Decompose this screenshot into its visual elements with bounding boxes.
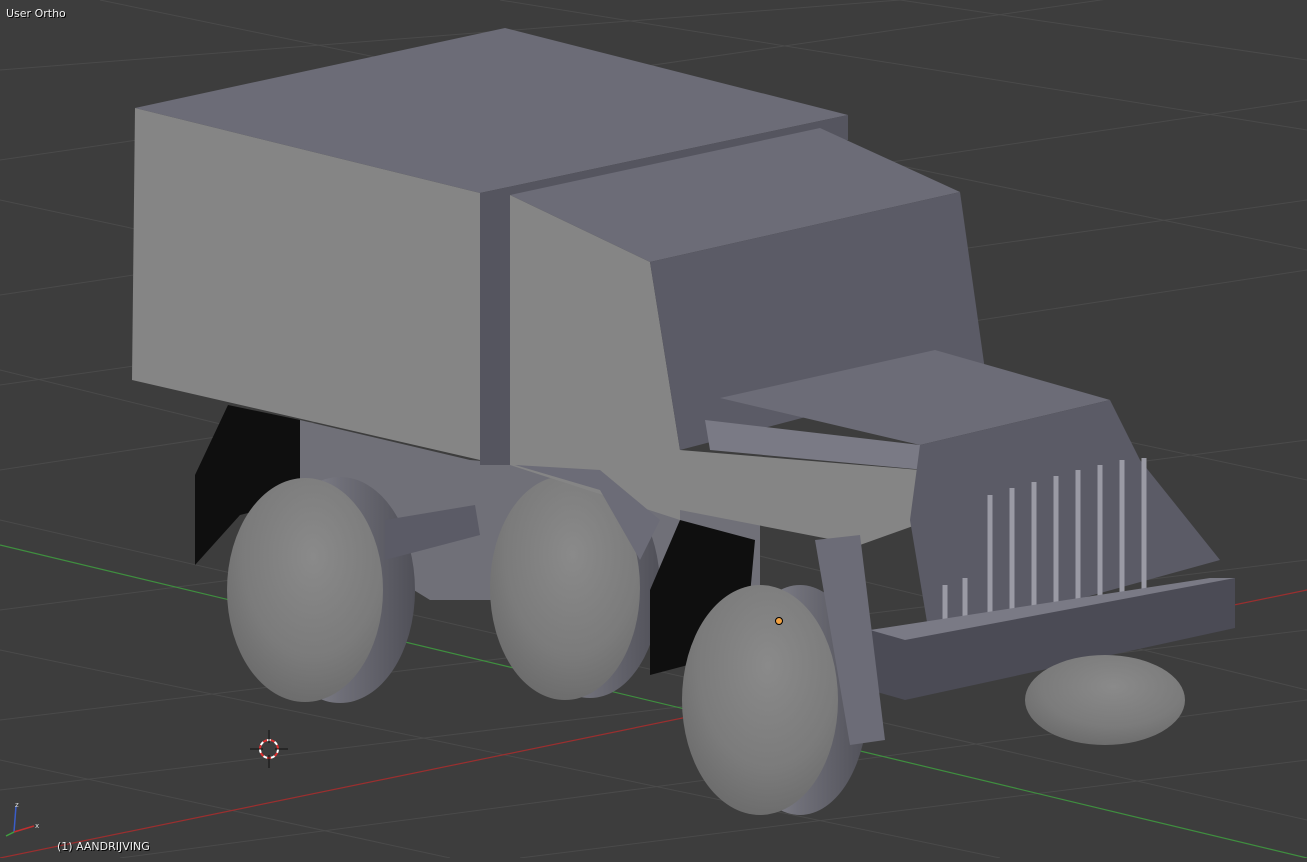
viewport-scene[interactable] xyxy=(0,0,1307,859)
gizmo-x-label: x xyxy=(35,822,39,830)
object-origin-icon[interactable] xyxy=(775,617,783,625)
3d-cursor-icon[interactable] xyxy=(250,730,288,768)
active-object-label: (1) AANDRIJVING xyxy=(57,840,150,853)
3d-viewport[interactable]: z x User Ortho (1) AANDRIJVING xyxy=(0,0,1307,859)
view-mode-label: User Ortho xyxy=(6,7,66,20)
rear-wheel-1 xyxy=(227,477,415,703)
truck-model[interactable] xyxy=(132,28,1235,815)
axis-gizmo-icon: z x xyxy=(5,801,39,837)
gizmo-z-label: z xyxy=(15,801,19,809)
front-wheel-right xyxy=(1025,655,1185,745)
